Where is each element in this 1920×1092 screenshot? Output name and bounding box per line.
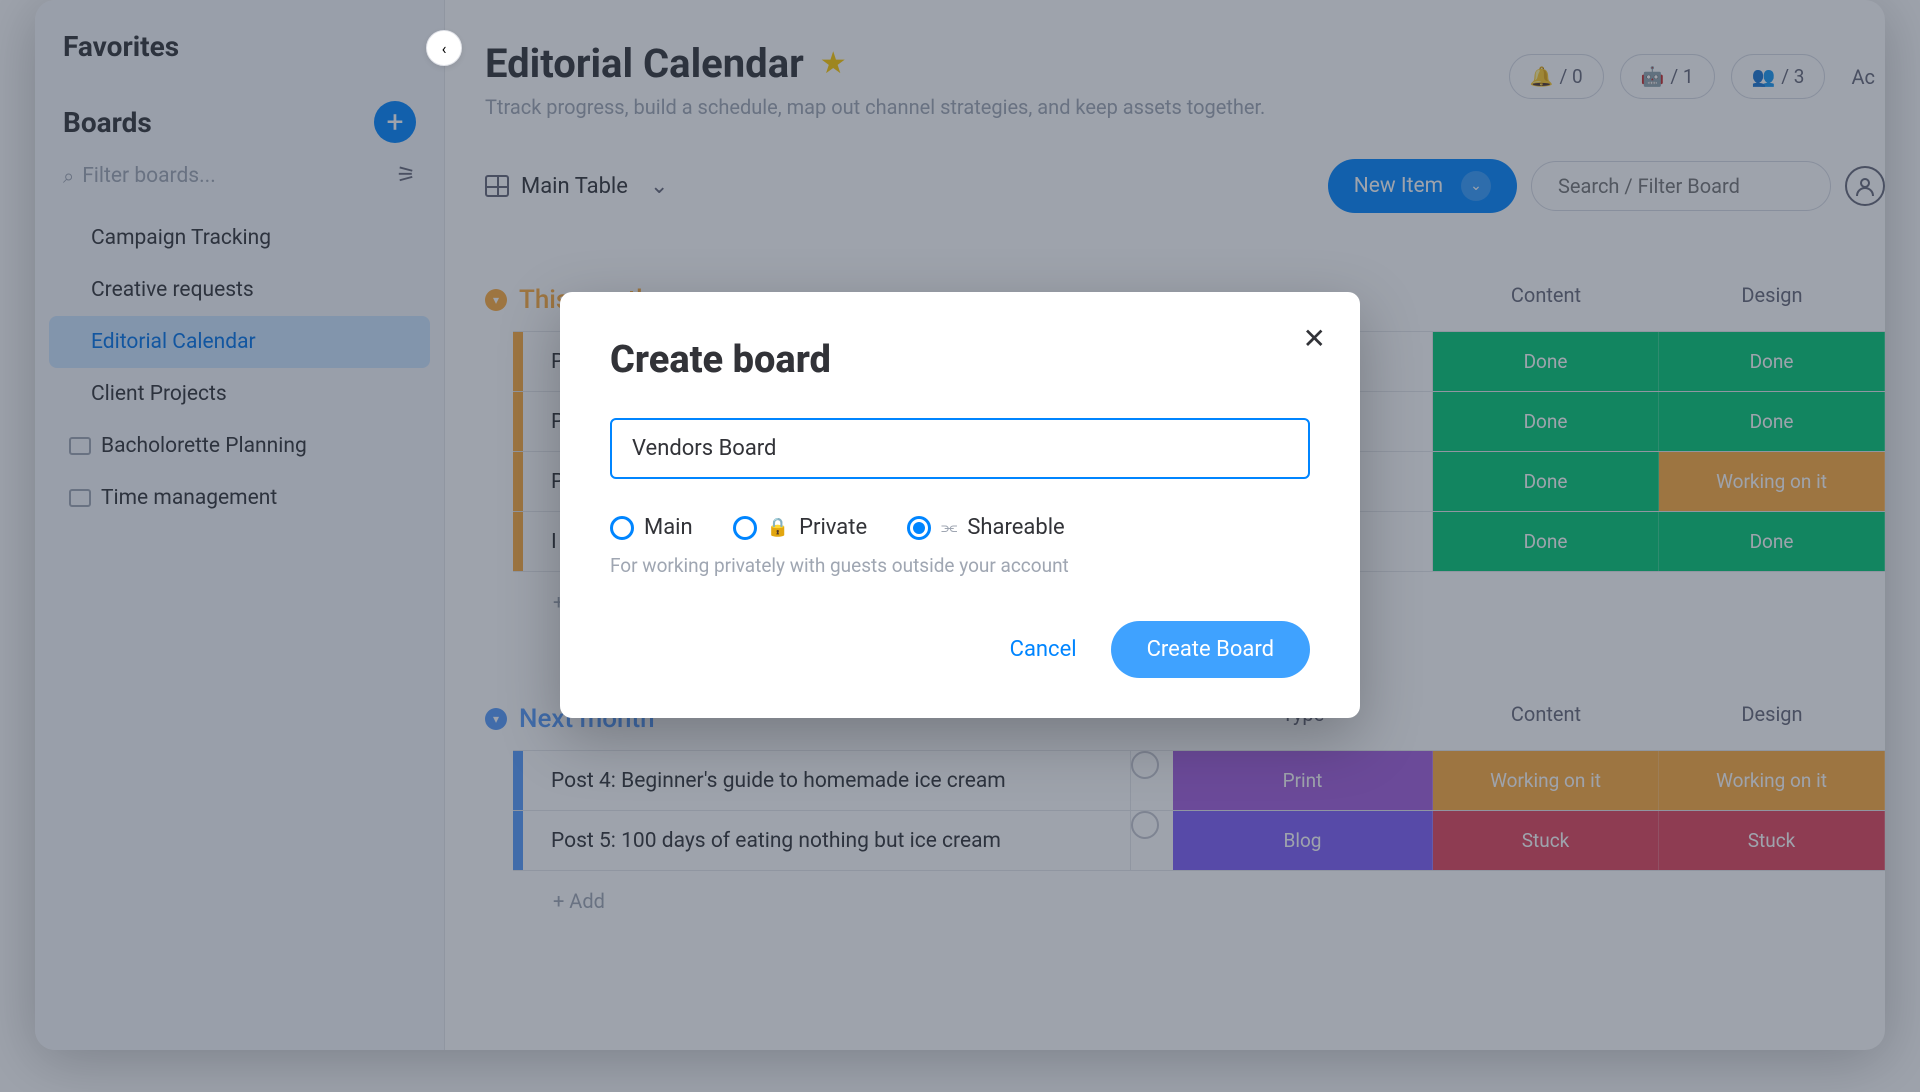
visibility-option[interactable]: ⫘ Shareable	[907, 515, 1065, 540]
create-board-modal: ✕ Create board Main 🔒 Private ⫘ Shareable Fo…	[560, 292, 1360, 718]
visibility-option[interactable]: 🔒 Private	[733, 515, 867, 540]
option-description: For working privately with guests outsid…	[610, 554, 1310, 577]
collapse-sidebar-button[interactable]: ‹	[426, 30, 462, 66]
modal-overlay: ✕ Create board Main 🔒 Private ⫘ Shareable Fo…	[0, 0, 1920, 1092]
lock-icon: 🔒	[767, 517, 789, 538]
create-board-button[interactable]: Create Board	[1111, 621, 1310, 678]
option-label: Shareable	[967, 515, 1064, 540]
modal-title: Create board	[610, 338, 1310, 382]
board-name-input[interactable]	[610, 418, 1310, 479]
radio-icon	[907, 516, 931, 540]
chevron-left-icon: ‹	[442, 39, 447, 58]
close-button[interactable]: ✕	[1303, 322, 1326, 355]
radio-icon	[610, 516, 634, 540]
option-label: Main	[644, 515, 693, 540]
radio-icon	[733, 516, 757, 540]
option-label: Private	[799, 515, 867, 540]
share-icon: ⫘	[941, 517, 957, 538]
close-icon: ✕	[1303, 322, 1326, 355]
cancel-button[interactable]: Cancel	[1010, 637, 1077, 662]
visibility-option[interactable]: Main	[610, 515, 693, 540]
